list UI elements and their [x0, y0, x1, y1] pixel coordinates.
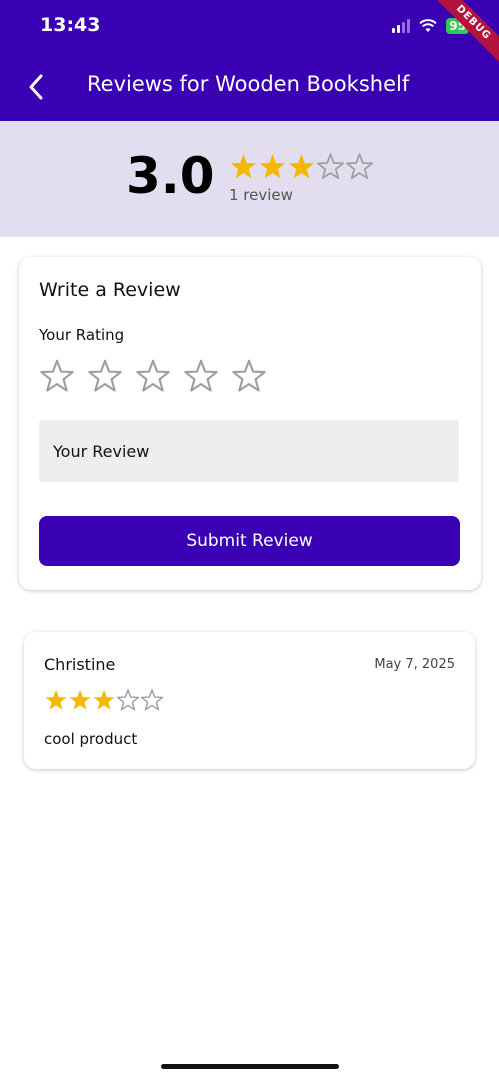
submit-review-button[interactable]: Submit Review: [39, 516, 460, 566]
page-title: Reviews for Wooden Bookshelf: [87, 72, 410, 96]
summary-stars: [229, 152, 374, 181]
reviewer-name: Christine: [44, 655, 116, 674]
write-review-title: Write a Review: [39, 279, 181, 301]
star-empty-icon[interactable]: [183, 358, 219, 394]
back-button[interactable]: [22, 72, 50, 102]
review-text: cool product: [44, 730, 138, 748]
wifi-icon: [419, 19, 437, 32]
star-empty-icon: [140, 689, 164, 711]
star-filled-icon: [230, 154, 257, 179]
app-bar: 13:43 95 DEBUG Reviews for Wooden Booksh…: [0, 0, 499, 121]
cellular-signal-icon: [392, 19, 411, 33]
star-filled-icon: [259, 154, 286, 179]
review-stars: [44, 688, 164, 712]
star-filled-icon: [69, 689, 91, 710]
average-rating: 3.0: [126, 147, 215, 205]
home-indicator: [161, 1064, 339, 1069]
star-filled-icon: [93, 689, 115, 710]
star-empty-icon[interactable]: [39, 358, 75, 394]
review-count: 1 review: [229, 186, 293, 204]
review-input[interactable]: [39, 420, 459, 482]
debug-banner: DEBUG: [424, 0, 499, 72]
star-empty-icon: [116, 689, 140, 711]
status-time: 13:43: [40, 14, 101, 36]
star-filled-icon: [45, 689, 67, 710]
rating-label: Your Rating: [39, 326, 125, 344]
rating-input[interactable]: [39, 358, 267, 394]
star-empty-icon[interactable]: [231, 358, 267, 394]
star-filled-icon: [288, 154, 315, 179]
star-empty-icon[interactable]: [87, 358, 123, 394]
star-empty-icon[interactable]: [135, 358, 171, 394]
star-empty-icon: [346, 153, 373, 180]
review-date: May 7, 2025: [374, 657, 455, 672]
back-arrow-icon: [29, 74, 43, 100]
star-empty-icon: [317, 153, 344, 180]
